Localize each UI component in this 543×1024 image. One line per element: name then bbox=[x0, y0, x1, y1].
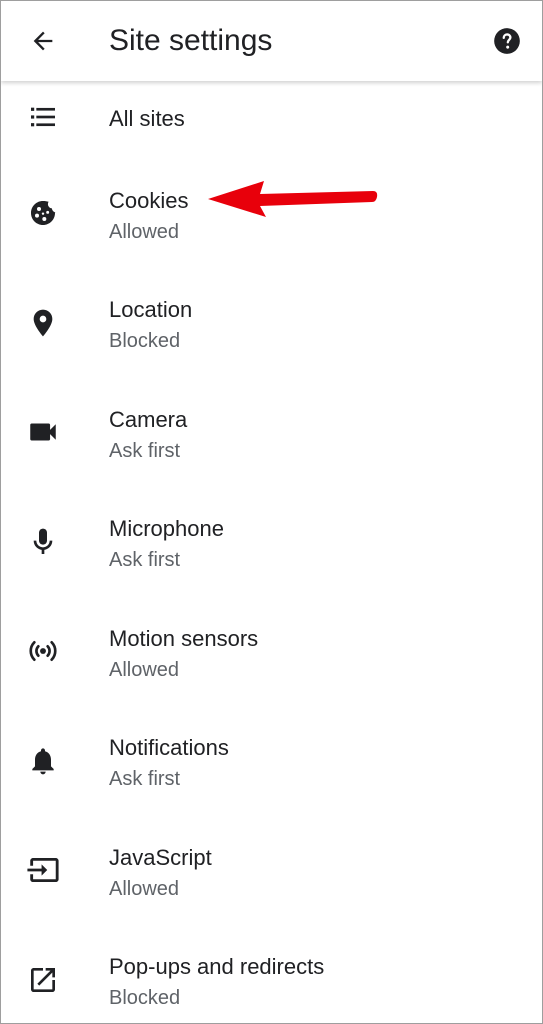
app-bar: Site settings bbox=[1, 1, 542, 81]
list-item-label: Camera bbox=[109, 407, 188, 432]
help-button[interactable] bbox=[491, 25, 523, 57]
list-item-status: Ask first bbox=[109, 768, 181, 790]
annotation-arrow bbox=[208, 181, 378, 217]
list-item-label: Location bbox=[109, 297, 193, 322]
list-item-motion-sensors[interactable]: Motion sensors Allowed bbox=[1, 597, 542, 706]
list-item-location[interactable]: Location Blocked bbox=[1, 268, 542, 378]
list-item-microphone[interactable]: Microphone Ask first bbox=[1, 487, 542, 597]
list-item-status: Allowed bbox=[109, 659, 180, 681]
arrow-back-icon bbox=[33, 31, 53, 51]
list-item-notifications[interactable]: Notifications Ask first bbox=[1, 706, 542, 816]
motion-sensors-icon bbox=[23, 631, 63, 671]
bell-icon bbox=[23, 741, 63, 781]
open-external-icon bbox=[23, 960, 63, 1000]
list-item-label: JavaScript bbox=[109, 845, 212, 870]
list-item-status: Allowed bbox=[109, 221, 180, 243]
list-item-label: Cookies bbox=[109, 188, 189, 213]
list-item-label: Pop-ups and redirects bbox=[109, 954, 325, 979]
list-item-status: Allowed bbox=[109, 878, 180, 900]
videocam-icon bbox=[23, 412, 63, 452]
list-item-status: Ask first bbox=[109, 440, 181, 462]
page-title: Site settings bbox=[109, 24, 273, 57]
list-item-label: Motion sensors bbox=[109, 626, 259, 651]
list-item-camera[interactable]: Camera Ask first bbox=[1, 378, 542, 487]
list-item-label: Microphone bbox=[109, 516, 224, 541]
screen: Site settings All sites Cookies Allowed … bbox=[0, 0, 543, 1024]
javascript-icon bbox=[23, 850, 63, 890]
list-item-label: Notifications bbox=[109, 735, 229, 760]
list-item-javascript[interactable]: JavaScript Allowed bbox=[1, 816, 542, 925]
list-item-status: Blocked bbox=[109, 987, 181, 1009]
cookie-icon bbox=[23, 193, 63, 233]
location-pin-icon bbox=[23, 303, 63, 343]
list-icon bbox=[23, 97, 63, 137]
list-item-status: Ask first bbox=[109, 549, 181, 571]
list-item-status: Blocked bbox=[109, 330, 181, 352]
back-button[interactable] bbox=[25, 23, 61, 59]
mic-icon bbox=[23, 522, 63, 562]
help-icon bbox=[494, 28, 520, 54]
list-item-all-sites[interactable]: All sites bbox=[1, 81, 542, 159]
list-item-popups-redirects[interactable]: Pop-ups and redirects Blocked bbox=[1, 925, 542, 1023]
list-item-label: All sites bbox=[109, 106, 185, 131]
